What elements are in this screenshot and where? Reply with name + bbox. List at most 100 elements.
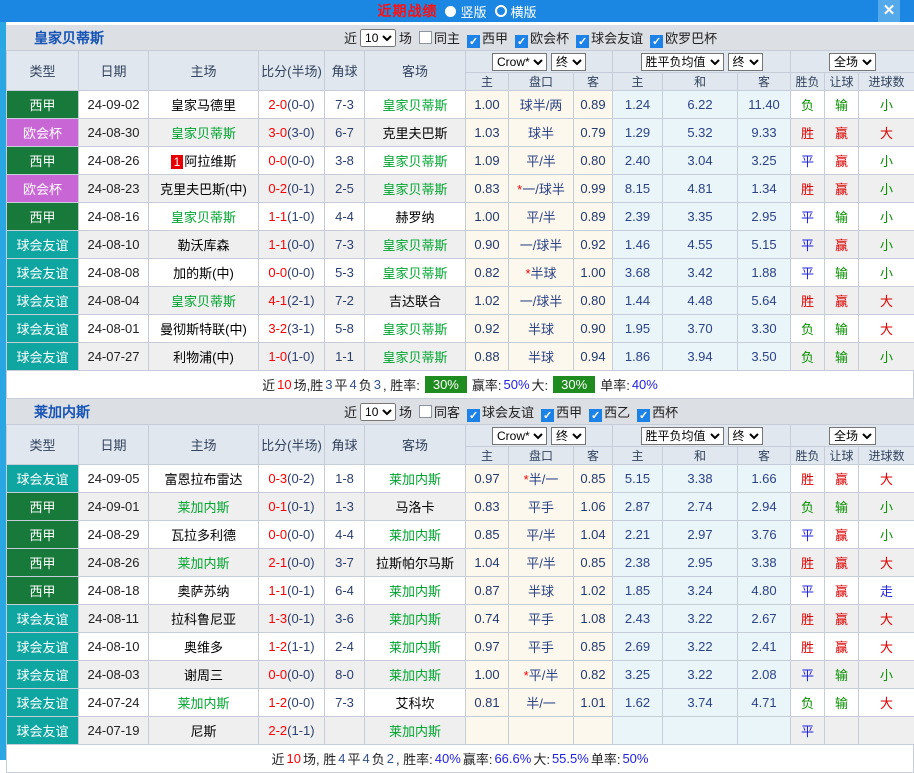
col-handicap-result: 让球 <box>825 73 859 91</box>
wdl-result: 平 <box>791 203 825 231</box>
col-avg-draw: 和 <box>663 73 738 91</box>
handicap-home-odds: 0.74 <box>466 605 509 633</box>
horizontal-layout-radio[interactable] <box>495 5 507 17</box>
full-match-select[interactable]: 全场 <box>829 427 876 445</box>
handicap-home-odds: 1.00 <box>466 661 509 689</box>
handicap-line: 半球 <box>509 577 574 605</box>
league-checkbox[interactable]: ✓ <box>515 35 528 48</box>
avg-draw-odds: 4.81 <box>663 175 738 203</box>
score: 4-1(2-1) <box>259 287 325 315</box>
avg-draw-odds: 3.04 <box>663 147 738 175</box>
match-date: 24-08-04 <box>79 287 149 315</box>
handicap-away-odds: 1.02 <box>574 577 613 605</box>
away-team: 吉达联合 <box>365 287 466 315</box>
avg-away-odds: 4.71 <box>738 689 791 717</box>
avg-odds-select[interactable]: 胜平负均值 <box>641 53 724 71</box>
full-match-select[interactable]: 全场 <box>829 53 876 71</box>
near-count-select[interactable]: 10 <box>360 403 396 421</box>
bookmaker-select[interactable]: Crow* <box>492 427 547 445</box>
avg-draw-odds: 3.22 <box>663 605 738 633</box>
vertical-layout-label[interactable]: 竖版 <box>460 2 486 21</box>
handicap-away-odds: 0.99 <box>574 175 613 203</box>
col-handicap: 盘口 <box>509 73 574 91</box>
home-team: 瓦拉多利德 <box>149 521 259 549</box>
filter-bar: 近 10 场 同客 ✓球会友谊✓西甲✓西乙✓西杯 <box>344 402 678 422</box>
match-date: 24-08-10 <box>79 633 149 661</box>
handicap-result: 输 <box>825 315 859 343</box>
handicap-home-odds: 0.81 <box>466 689 509 717</box>
handicap-result: 赢 <box>825 633 859 661</box>
league-checkbox[interactable]: ✓ <box>467 409 480 422</box>
goals-result: 小 <box>859 231 914 259</box>
avg-home-odds: 1.46 <box>613 231 663 259</box>
vertical-layout-radio[interactable] <box>445 6 456 17</box>
summary-segment: 负 <box>359 375 372 394</box>
home-team: 皇家贝蒂斯 <box>149 119 259 147</box>
handicap-result <box>825 717 859 745</box>
col-odds-away: 客 <box>574 73 613 91</box>
final-odds-select[interactable]: 终 <box>551 53 586 71</box>
match-date: 24-07-19 <box>79 717 149 745</box>
summary-segment: 4 <box>350 377 357 392</box>
summary-segment: 30% <box>425 376 467 393</box>
match-date: 24-08-16 <box>79 203 149 231</box>
avg-draw-odds: 3.24 <box>663 577 738 605</box>
avg-draw-odds: 3.42 <box>663 259 738 287</box>
score: 1-3(0-1) <box>259 605 325 633</box>
handicap-line: 平/半 <box>509 203 574 231</box>
same-home-checkbox[interactable] <box>419 31 432 44</box>
handicap-line: 半/一 <box>509 689 574 717</box>
corner-score: 1-3 <box>325 493 365 521</box>
handicap-group-header: Crow*终 <box>466 425 613 447</box>
avg-home-odds: 1.29 <box>613 119 663 147</box>
score: 0-0(0-0) <box>259 661 325 689</box>
avg-draw-odds: 3.74 <box>663 689 738 717</box>
score: 2-1(0-0) <box>259 549 325 577</box>
same-away-label: 同客 <box>434 402 460 421</box>
corner-score: 8-0 <box>325 661 365 689</box>
away-team: 皇家贝蒂斯 <box>365 259 466 287</box>
same-away-checkbox[interactable] <box>419 405 432 418</box>
league-checkbox[interactable]: ✓ <box>576 35 589 48</box>
league-checkbox[interactable]: ✓ <box>650 35 663 48</box>
league-checkbox[interactable]: ✓ <box>541 409 554 422</box>
final-avg-select[interactable]: 终 <box>728 427 763 445</box>
final-avg-select[interactable]: 终 <box>728 53 763 71</box>
corner-score: 7-3 <box>325 689 365 717</box>
handicap-line: 半球 <box>509 343 574 371</box>
handicap-line: 平手 <box>509 633 574 661</box>
avg-home-odds: 3.68 <box>613 259 663 287</box>
near-count-select[interactable]: 10 <box>360 29 396 47</box>
summary-segment: 10 <box>277 377 291 392</box>
score: 0-0(0-0) <box>259 147 325 175</box>
league-checkbox[interactable]: ✓ <box>589 409 602 422</box>
handicap-result: 赢 <box>825 521 859 549</box>
bookmaker-select[interactable]: Crow* <box>492 53 547 71</box>
match-row: 西甲 24-08-29 瓦拉多利德 0-0(0-0) 4-4 莱加内斯 0.85… <box>7 521 914 549</box>
corner-score: 7-3 <box>325 91 365 119</box>
goals-result: 大 <box>859 119 914 147</box>
goals-result: 小 <box>859 259 914 287</box>
avg-draw-odds: 3.94 <box>663 343 738 371</box>
handicap-away-odds: 0.80 <box>574 287 613 315</box>
wdl-result: 胜 <box>791 633 825 661</box>
handicap-home-odds: 0.85 <box>466 521 509 549</box>
away-team: 莱加内斯 <box>365 633 466 661</box>
league-checkbox[interactable]: ✓ <box>637 409 650 422</box>
handicap-result: 赢 <box>825 119 859 147</box>
avg-draw-odds: 5.32 <box>663 119 738 147</box>
score: 3-2(3-1) <box>259 315 325 343</box>
match-date: 24-07-24 <box>79 689 149 717</box>
away-team: 皇家贝蒂斯 <box>365 231 466 259</box>
summary-segment: 平 <box>347 749 360 768</box>
result-group-header: 全场 <box>791 425 914 447</box>
close-icon[interactable]: ✕ <box>878 0 900 22</box>
avg-odds-select[interactable]: 胜平负均值 <box>641 427 724 445</box>
col-avg-away: 客 <box>738 73 791 91</box>
final-odds-select[interactable]: 终 <box>551 427 586 445</box>
home-team: 富恩拉布雷达 <box>149 465 259 493</box>
avg-draw-odds <box>663 717 738 745</box>
horizontal-layout-label[interactable]: 横版 <box>511 2 537 21</box>
league-checkbox[interactable]: ✓ <box>467 35 480 48</box>
avg-home-odds: 1.85 <box>613 577 663 605</box>
